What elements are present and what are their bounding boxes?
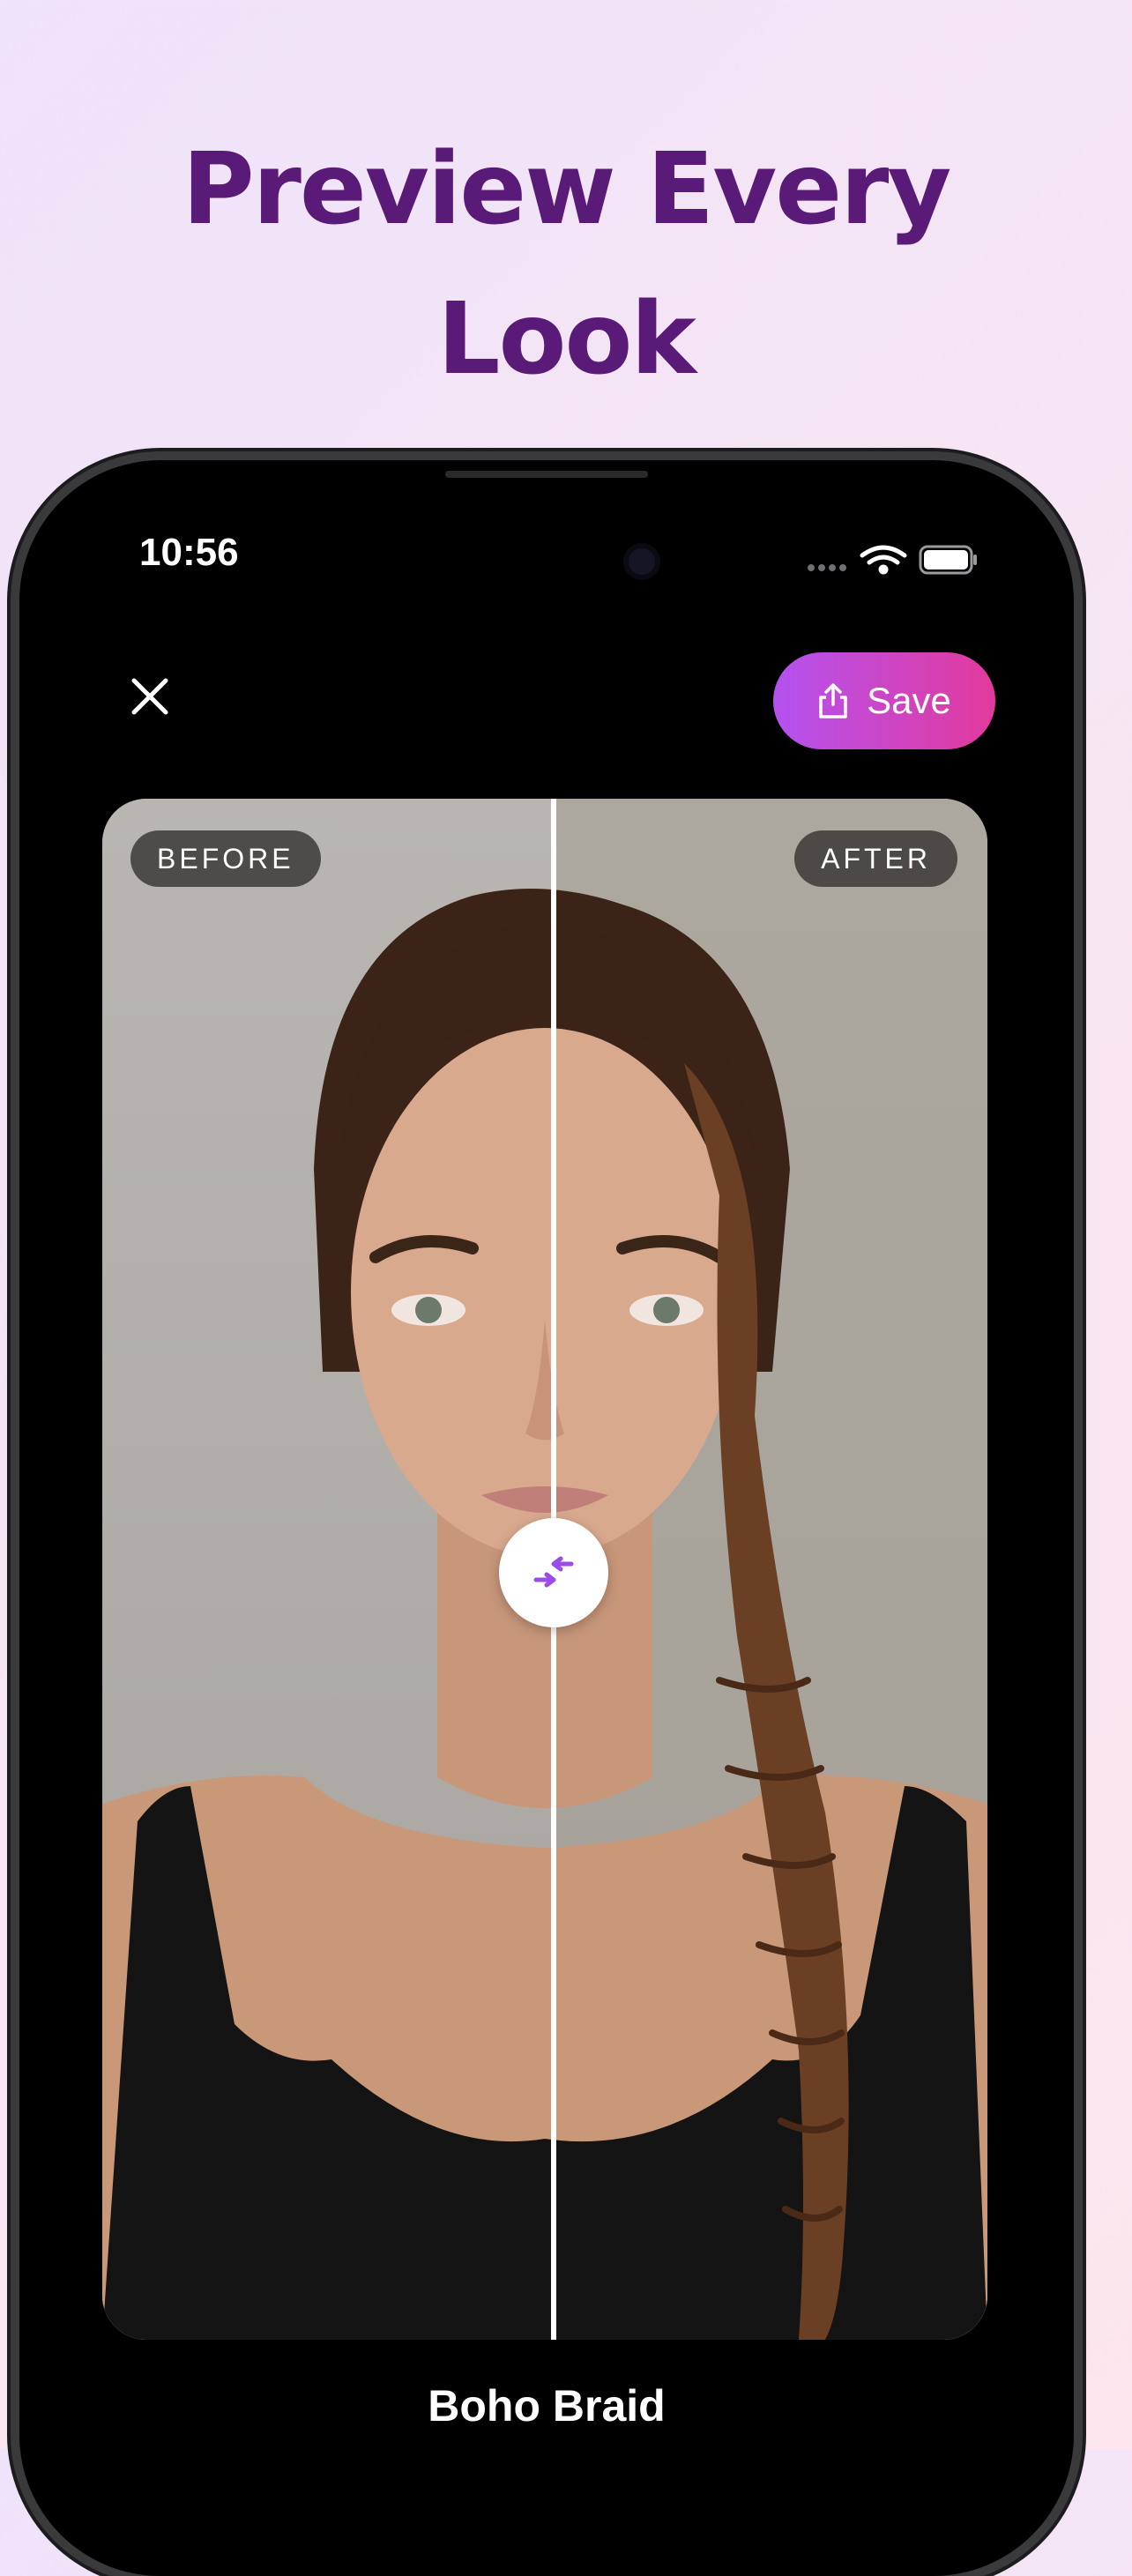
wifi-icon [860,545,907,575]
signal-icon [808,564,846,571]
share-icon [819,683,847,718]
volume-down-button [11,1173,19,1314]
comparison-slider-handle[interactable] [499,1518,608,1627]
headline-line-1: Preview Every [182,132,952,247]
before-after-comparison[interactable]: BEFORE AFTER [102,799,987,2340]
compare-arrows-icon [533,1556,574,1588]
close-icon [131,678,168,715]
page-headline: Preview Every Look [0,115,1132,414]
close-button[interactable] [123,670,176,723]
save-button[interactable]: Save [773,652,995,749]
after-badge: AFTER [794,830,957,887]
before-badge: BEFORE [130,830,321,887]
power-button [1074,1093,1083,1322]
battery-icon [919,545,977,575]
look-name: Boho Braid [428,2381,666,2431]
earpiece [445,471,648,478]
mute-switch [11,846,19,922]
save-label: Save [867,680,951,721]
front-camera [623,543,660,580]
status-time: 10:56 [139,531,239,574]
status-icons [808,545,977,575]
headline-line-2: Look [437,282,696,397]
volume-up-button [11,987,19,1128]
